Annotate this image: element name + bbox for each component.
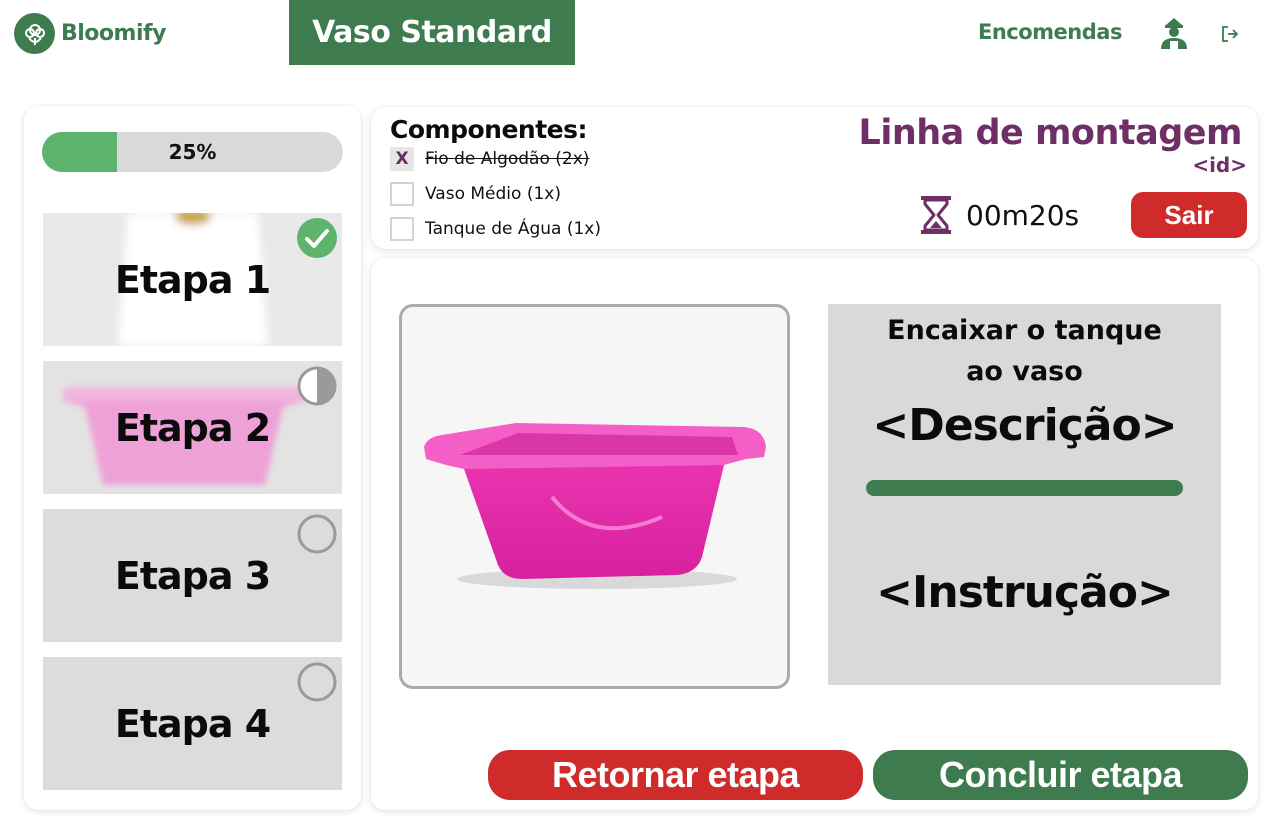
previous-step-button[interactable]: Retornar etapa <box>488 750 863 800</box>
component-label: Tanque de Água (1x) <box>425 219 602 239</box>
step-card-2[interactable]: Etapa 2 <box>43 361 342 494</box>
component-label: Fio de Algodão (2x) <box>425 149 590 169</box>
progress-bar: 25% <box>42 132 343 172</box>
pink-basin-image <box>424 423 766 589</box>
assembly-line-id: <id> <box>1192 153 1247 177</box>
progress-label: 25% <box>168 140 217 164</box>
exit-button[interactable]: Sair <box>1131 192 1247 238</box>
empty-circle-icon <box>297 514 337 554</box>
component-checkbox[interactable] <box>390 182 414 206</box>
divider-bar <box>866 480 1183 496</box>
step-instruction-title: Encaixar o tanque ao vaso <box>828 310 1221 392</box>
component-item-tanque[interactable]: Tanque de Água (1x) <box>390 217 601 241</box>
assembly-line-title: Linha de montagem <box>858 113 1243 153</box>
components-card: Componentes: X Fio de Algodão (2x) Vaso … <box>371 107 1258 249</box>
brand-name: Bloomify <box>61 21 166 46</box>
component-item-vaso[interactable]: Vaso Médio (1x) <box>390 182 561 206</box>
complete-step-button[interactable]: Concluir etapa <box>873 750 1248 800</box>
user-avatar-icon[interactable] <box>1157 16 1191 54</box>
brand-logo[interactable]: Bloomify <box>14 13 166 54</box>
logout-icon[interactable] <box>1220 24 1240 48</box>
step-instruction-text: Encaixar o tanque ao vaso <box>887 315 1162 387</box>
step-detail-card: Encaixar o tanque ao vaso <Descrição> <I… <box>371 258 1258 810</box>
step-card-4[interactable]: Etapa 4 <box>43 657 342 790</box>
hourglass-icon <box>921 196 951 234</box>
timer-value: 00m20s <box>966 199 1080 232</box>
component-item-fio[interactable]: X Fio de Algodão (2x) <box>390 147 589 171</box>
check-circle-icon <box>297 218 337 258</box>
product-title-tab: Vaso Standard <box>289 0 575 65</box>
step-card-1[interactable]: Etapa 1 <box>43 213 342 346</box>
description-placeholder: <Descrição> <box>872 400 1177 451</box>
empty-circle-icon <box>297 662 337 702</box>
steps-panel: 25% Etapa 1 Etapa 2 Etapa 3 Etapa 4 <box>24 106 361 810</box>
instruction-placeholder: <Instrução> <box>876 567 1174 618</box>
flower-icon <box>14 13 55 54</box>
half-circle-icon <box>297 366 337 406</box>
product-image-frame <box>399 304 790 689</box>
components-title: Componentes: <box>390 115 587 144</box>
component-checkbox[interactable]: X <box>390 147 414 171</box>
step-card-3[interactable]: Etapa 3 <box>43 509 342 642</box>
nav-orders-link[interactable]: Encomendas <box>978 20 1122 44</box>
component-label: Vaso Médio (1x) <box>425 184 561 204</box>
component-checkbox[interactable] <box>390 217 414 241</box>
instruction-panel: Encaixar o tanque ao vaso <Descrição> <I… <box>828 304 1221 685</box>
